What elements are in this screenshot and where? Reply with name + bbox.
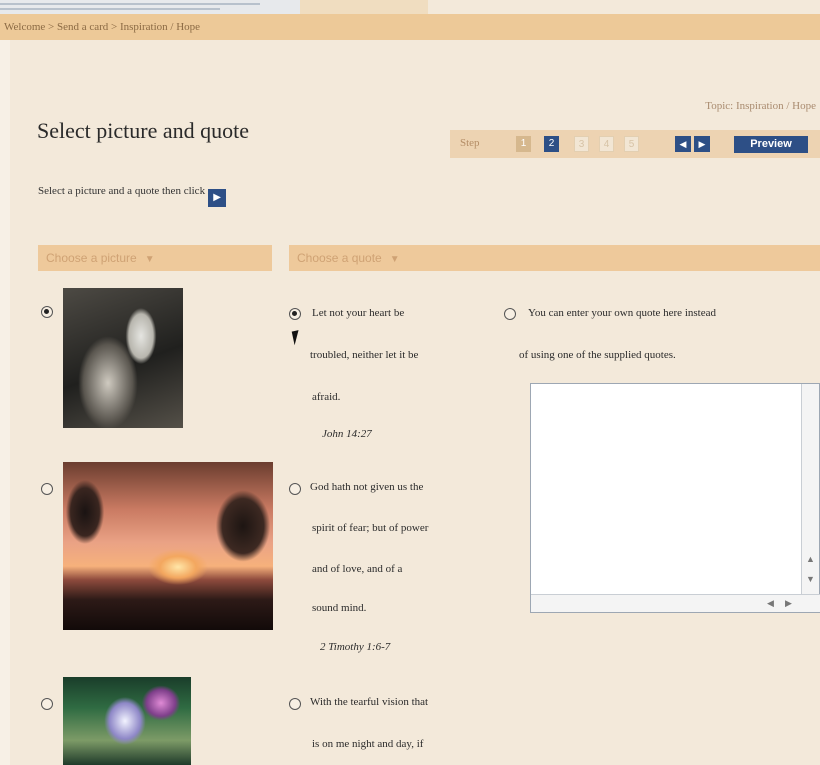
tree-silhouette xyxy=(213,480,271,600)
instruction-text: Select a picture and a quote then click xyxy=(38,185,206,197)
mouse-cursor xyxy=(291,328,309,346)
scroll-up-arrow-icon[interactable]: ▲ xyxy=(806,554,815,564)
picture-1-image[interactable] xyxy=(63,288,183,428)
background-window-edge-right xyxy=(300,0,428,14)
step-label: Step xyxy=(460,137,480,149)
next-step-button[interactable]: ▶ xyxy=(694,136,710,152)
previous-step-button[interactable]: ◀ xyxy=(675,136,691,152)
quote-dropdown[interactable]: Choose a quote ▼ xyxy=(289,245,820,271)
step-3-button[interactable]: 3 xyxy=(574,136,589,152)
quote-2-line: and of love, and of a xyxy=(312,563,403,575)
quote-1-line: troubled, neither let it be xyxy=(310,349,419,361)
next-icon-inline: ▶ xyxy=(208,189,227,207)
quote-dropdown-label: Choose a quote xyxy=(297,251,382,265)
step-2-button[interactable]: 2 xyxy=(544,136,559,152)
instruction: Select a picture and a quote then click▶ xyxy=(38,185,227,207)
quote-3-line: is on me night and day, if xyxy=(312,738,424,750)
breadcrumb[interactable]: Welcome > Send a card > Inspiration / Ho… xyxy=(0,14,820,40)
picture-dropdown[interactable]: Choose a picture ▼ xyxy=(38,245,272,271)
step-navigation: Step 1 2 3 4 5 ◀ ▶ Preview xyxy=(450,130,820,158)
tree-silhouette xyxy=(65,472,107,630)
background-window-edge xyxy=(0,0,300,15)
quote-1-radio[interactable] xyxy=(289,308,301,320)
quote-2-line: God hath not given us the xyxy=(310,481,424,493)
horizontal-scrollbar[interactable]: ◀ ▶ xyxy=(531,594,820,612)
picture-3-radio[interactable] xyxy=(41,698,53,710)
page-title: Select picture and quote xyxy=(37,118,249,143)
quote-1-reference: John 14:27 xyxy=(322,428,372,440)
picture-3-image[interactable] xyxy=(63,677,191,765)
custom-quote-label: of using one of the supplied quotes. xyxy=(519,349,676,361)
chevron-right-icon: ▶ xyxy=(698,139,706,149)
caret-down-icon: ▼ xyxy=(144,254,155,265)
chevron-left-icon: ◀ xyxy=(679,139,687,149)
step-4-button[interactable]: 4 xyxy=(599,136,614,152)
picture-2-image[interactable] xyxy=(63,462,273,630)
custom-quote-radio[interactable] xyxy=(504,308,516,320)
quote-1-line: Let not your heart be xyxy=(312,307,405,319)
scroll-right-arrow-icon[interactable]: ▶ xyxy=(785,598,792,609)
quote-2-reference: 2 Timothy 1:6-7 xyxy=(320,641,391,653)
quote-3-line: With the tearful vision that xyxy=(310,696,429,708)
quote-2-line: spirit of fear; but of power xyxy=(312,522,429,534)
custom-quote-textarea[interactable]: ▲ ▼ ◀ ▶ xyxy=(530,383,820,613)
caret-down-icon: ▼ xyxy=(389,254,400,265)
picture-2-radio[interactable] xyxy=(41,483,53,495)
custom-quote-label: You can enter your own quote here instea… xyxy=(528,307,716,319)
vertical-scrollbar[interactable]: ▲ ▼ xyxy=(801,384,819,596)
picture-1-radio[interactable] xyxy=(41,306,53,318)
quote-3-radio[interactable] xyxy=(289,698,301,710)
quote-1-line: afraid. xyxy=(312,391,341,403)
scroll-down-arrow-icon[interactable]: ▼ xyxy=(806,574,815,584)
scroll-left-arrow-icon[interactable]: ◀ xyxy=(767,598,774,609)
picture-dropdown-label: Choose a picture xyxy=(46,251,137,265)
quote-2-line: sound mind. xyxy=(312,602,367,614)
left-gutter xyxy=(0,38,10,765)
topic-label: Topic: Inspiration / Hope xyxy=(705,100,816,112)
step-5-button[interactable]: 5 xyxy=(624,136,639,152)
preview-button[interactable]: Preview xyxy=(734,136,808,153)
step-1-button[interactable]: 1 xyxy=(516,136,531,152)
quote-2-radio[interactable] xyxy=(289,483,301,495)
